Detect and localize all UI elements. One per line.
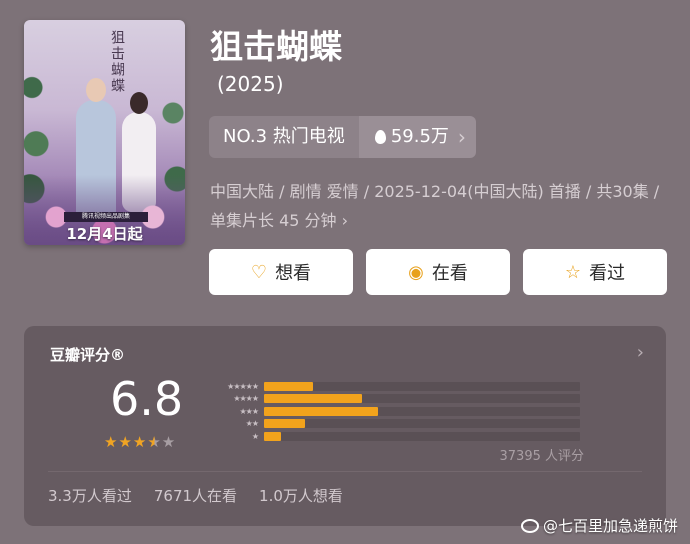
rating-bar-track (264, 406, 580, 416)
show-year: (2025) (217, 72, 284, 96)
poster-date: 12月4日起 (66, 225, 143, 243)
show-title: 狙击蝴蝶 (210, 27, 342, 66)
flame-icon (374, 130, 386, 144)
rating-score: 6.8 (110, 372, 184, 426)
rating-bar-fill (264, 406, 378, 416)
heat-value-button[interactable]: 59.5万 › (358, 116, 476, 158)
divider (48, 471, 642, 472)
rating-bar-row: ★★★★ (204, 393, 584, 406)
star-empty-icon: ★ (161, 433, 177, 451)
heat-value: 59.5万 (390, 126, 449, 147)
rating-bar-fill (264, 419, 306, 429)
eye-dot-icon: ◉ (408, 261, 424, 283)
star-level-label: ★★★★★ (227, 381, 259, 391)
star-level-label: ★★ (245, 419, 259, 429)
rating-bar-row: ★ (204, 430, 584, 443)
watermark-text: @七百里加急递煎饼 (542, 517, 678, 535)
watching-count: 7671人在看 (153, 487, 238, 505)
watched-button[interactable]: ☆ 看过 (523, 249, 667, 295)
weibo-watermark: @七百里加急递煎饼 (520, 515, 678, 536)
audience-stats: 3.3万人看过 7671人在看 1.0万人想看 (48, 485, 343, 506)
rating-bar-track (264, 381, 580, 391)
rating-bar-fill (264, 394, 362, 404)
chevron-right-icon[interactable]: › (637, 342, 644, 363)
want-count: 1.0万人想看 (259, 487, 343, 505)
rating-distribution: ★★★★★ ★★★★ ★★★ ★★ ★ (204, 380, 584, 443)
heart-plus-icon: ♡ (250, 261, 268, 283)
douban-rating-panel[interactable]: 豆瓣评分® › 6.8 ★★★★★ ★★★★★ ★★★★ ★★★ ★★ ★ 37395 … (24, 326, 666, 526)
watching-button[interactable]: ◉ 在看 (366, 249, 510, 295)
rating-header: 豆瓣评分® (50, 346, 126, 364)
poster-title-art: 狙击蝴蝶 (109, 30, 125, 94)
rating-bar-track (264, 419, 580, 429)
rating-bar-track (264, 394, 580, 404)
watching-label: 在看 (431, 263, 468, 284)
rating-bar-track (264, 431, 580, 441)
rating-bar-row: ★★★ (204, 405, 584, 418)
ranking-chip[interactable]: NO.3 热门电视 59.5万 › (209, 116, 476, 158)
chevron-right-icon: › (457, 125, 466, 149)
want-to-watch-label: 想看 (275, 263, 312, 284)
watched-count: 3.3万人看过 (48, 487, 132, 505)
watched-label: 看过 (589, 263, 626, 284)
rating-count: 37395 人评分 (499, 449, 585, 464)
star-filled-icon: ★★★ (104, 433, 148, 451)
rating-bar-fill (264, 431, 282, 441)
show-meta-info[interactable]: 中国大陆 / 剧情 爱情 / 2025-12-04(中国大陆) 首播 / 共30… (210, 177, 670, 235)
rating-bar-fill (264, 381, 313, 391)
star-level-label: ★★★★ (233, 394, 259, 404)
star-level-label: ★ (251, 431, 259, 441)
poster-image[interactable]: 狙击蝴蝶 腾讯视频出品剧集 12月4日起 (24, 20, 185, 245)
star-half-icon: ★ (147, 433, 162, 451)
weibo-logo-icon (520, 518, 539, 533)
poster-tagline: 腾讯视频出品剧集 (64, 212, 148, 222)
star-outline-icon: ☆ (564, 261, 582, 283)
rating-bar-row: ★★ (204, 418, 584, 431)
rank-label: NO.3 热门电视 (209, 116, 359, 158)
rating-bar-row: ★★★★★ (204, 380, 584, 393)
rating-stars: ★★★★★ (104, 433, 176, 451)
star-level-label: ★★★ (239, 406, 259, 416)
want-to-watch-button[interactable]: ♡ 想看 (209, 249, 353, 295)
